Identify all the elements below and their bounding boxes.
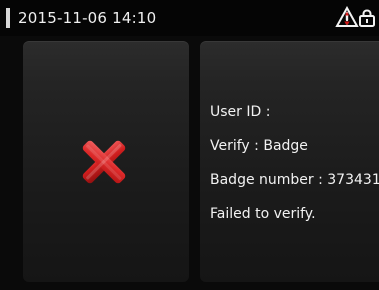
lock-icon [359,9,375,27]
badge-number-label: Badge number : 373431 [210,172,379,188]
warning-icon [335,6,359,27]
status-bar: 2015-11-06 14:10 [0,0,379,36]
red-x-icon [82,140,126,184]
verification-message: Failed to verify. [210,206,316,222]
status-icons [335,6,377,30]
status-left-marker [6,8,10,28]
verification-details-panel: User ID : Verify : Badge Badge number : … [200,41,379,282]
verify-method-label: Verify : Badge [210,138,308,154]
result-icon-panel [23,41,189,282]
date-time: 2015-11-06 14:10 [18,9,157,27]
user-id-label: User ID : [210,104,271,120]
